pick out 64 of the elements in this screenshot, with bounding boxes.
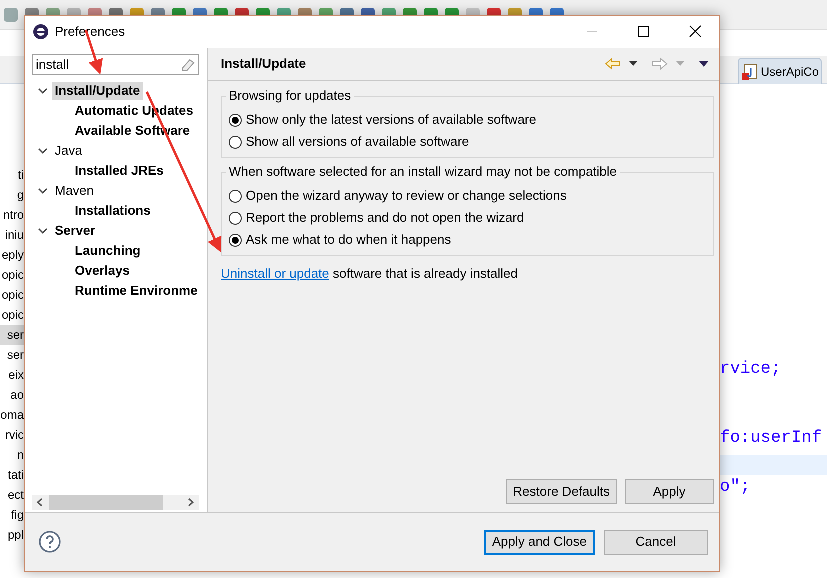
radio-label[interactable]: Open the wizard anyway to review or change selections bbox=[246, 186, 567, 206]
radio-button[interactable] bbox=[229, 190, 242, 202]
code-line: rvice; bbox=[720, 360, 782, 379]
tree-item[interactable]: ser bbox=[0, 345, 24, 365]
chevron-down-icon[interactable] bbox=[36, 186, 50, 196]
tree-item[interactable]: ao bbox=[0, 385, 24, 405]
tree-item[interactable]: ppl bbox=[0, 525, 24, 545]
radio-label[interactable]: Ask me what to do when it happens bbox=[246, 230, 452, 250]
tree-item[interactable]: Maven bbox=[52, 182, 98, 200]
radio-label[interactable]: Report the problems and do not open the wizard bbox=[246, 208, 524, 228]
tree-item[interactable]: ntro bbox=[0, 205, 24, 225]
tree-item[interactable]: eply bbox=[0, 245, 24, 265]
tree-item[interactable]: Overlays bbox=[72, 262, 133, 280]
window-title: Preferences bbox=[55, 23, 126, 42]
radio-label[interactable]: Show all versions of available software bbox=[246, 132, 470, 152]
tree-item[interactable]: Java bbox=[52, 142, 86, 160]
chevron-down-icon[interactable] bbox=[36, 86, 50, 96]
horizontal-scrollbar[interactable] bbox=[32, 495, 199, 510]
restore-defaults-button[interactable]: Restore Defaults bbox=[506, 479, 617, 504]
radio-label[interactable]: Show only the latest versions of available software bbox=[246, 110, 536, 130]
tree-item[interactable]: fig bbox=[0, 505, 24, 525]
tree-item[interactable]: Installed JREs bbox=[72, 162, 167, 180]
chevron-down-icon[interactable] bbox=[36, 226, 50, 236]
java-file-icon bbox=[742, 64, 758, 80]
eraser-icon[interactable] bbox=[181, 58, 195, 72]
uninstall-link[interactable]: Uninstall or update bbox=[221, 266, 330, 281]
apply-and-close-button[interactable]: Apply and Close bbox=[484, 530, 595, 554]
tree-item[interactable]: opic bbox=[0, 285, 24, 305]
help-icon[interactable] bbox=[39, 531, 61, 553]
tree-item[interactable]: Runtime Environme bbox=[72, 282, 199, 300]
view-menu-icon[interactable] bbox=[699, 61, 709, 67]
cancel-button[interactable]: Cancel bbox=[604, 530, 708, 554]
editor-tab[interactable]: UserApiCo bbox=[738, 58, 822, 84]
code-line: fo:userInf bbox=[720, 429, 822, 448]
radio-button[interactable] bbox=[229, 234, 242, 246]
code-line: o"; bbox=[720, 478, 751, 497]
radio-button[interactable] bbox=[229, 212, 242, 224]
tree-item[interactable]: oma bbox=[0, 405, 24, 425]
chevron-down-icon[interactable] bbox=[36, 146, 50, 156]
tree-item[interactable]: ser bbox=[0, 325, 24, 345]
tree-item[interactable]: tati bbox=[0, 465, 24, 485]
tree-item[interactable]: Installations bbox=[72, 202, 154, 220]
tree-item[interactable]: g bbox=[0, 185, 24, 205]
page-title: Install/Update bbox=[221, 55, 308, 74]
filter-field[interactable]: install bbox=[32, 54, 199, 75]
group-title: Browsing for updates bbox=[226, 88, 354, 104]
tree-item[interactable]: eix bbox=[0, 365, 24, 385]
tree-item[interactable]: ti bbox=[0, 165, 24, 185]
apply-button[interactable]: Apply bbox=[625, 479, 714, 504]
group-title: When software selected for an install wizard may not be compatible bbox=[226, 164, 620, 180]
tree-item[interactable]: Server bbox=[52, 222, 98, 240]
tree-item[interactable]: iniu bbox=[0, 225, 24, 245]
tree-item[interactable]: opic bbox=[0, 265, 24, 285]
tree-item[interactable]: rvic bbox=[0, 425, 24, 445]
tree-item[interactable]: Install/Update bbox=[52, 82, 144, 100]
tree-item[interactable]: n bbox=[0, 445, 24, 465]
dropdown-icon[interactable] bbox=[629, 61, 638, 67]
tree-item[interactable]: Launching bbox=[72, 242, 144, 260]
tree-item[interactable]: opic bbox=[0, 305, 24, 325]
eclipse-icon bbox=[33, 24, 49, 40]
radio-button[interactable] bbox=[229, 136, 242, 148]
tree-item[interactable]: ect bbox=[0, 485, 24, 505]
link-sentence: Uninstall or update software that is already installed bbox=[221, 265, 520, 283]
radio-button[interactable] bbox=[229, 114, 242, 126]
